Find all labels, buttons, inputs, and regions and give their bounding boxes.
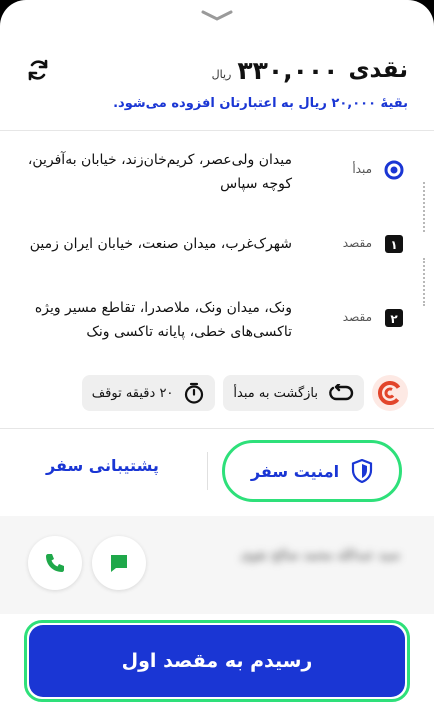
destination-2-marker-icon: ۲ bbox=[385, 309, 403, 327]
credit-note: بقیهٔ ۲۰,۰۰۰ ریال به اعتبارتان افزوده می… bbox=[113, 96, 408, 111]
fare-row: نقدی ۳۳۰,۰۰۰ ریال bbox=[24, 50, 408, 90]
stop-label: مبدأ bbox=[352, 162, 372, 176]
stop-address: میدان ولی‌عصر، کریم‌خان‌زند، خیابان به‌آ… bbox=[27, 152, 292, 192]
fare-amount: ۳۳۰,۰۰۰ bbox=[237, 55, 339, 85]
stop-label: مقصد bbox=[342, 310, 372, 324]
message-button[interactable] bbox=[92, 536, 146, 590]
currency-label: ریال bbox=[211, 67, 232, 81]
svg-text:۲: ۲ bbox=[390, 312, 398, 326]
cta-label: رسیدم به مقصد اول bbox=[29, 625, 405, 697]
trip-safety-button[interactable]: امنیت سفر bbox=[222, 440, 402, 502]
stopwatch-icon bbox=[185, 382, 204, 404]
app-logo-icon bbox=[372, 375, 408, 411]
refresh-icon[interactable] bbox=[24, 56, 52, 84]
payment-type: نقدی bbox=[348, 57, 408, 83]
trip-actions: امنیت سفر پشتیبانی سفر bbox=[0, 440, 434, 504]
ride-sheet: نقدی ۳۳۰,۰۰۰ ریال بقیهٔ ۲۰,۰۰۰ ریال به ا… bbox=[0, 0, 434, 726]
stop-label: مقصد bbox=[342, 236, 372, 250]
trip-options: بازگشت به مبدأ ۲۰ دقیقه توقف bbox=[26, 374, 408, 412]
call-button[interactable] bbox=[28, 536, 82, 590]
driver-section: سید عبدالله محمد صالح نقوی bbox=[0, 516, 434, 614]
divider bbox=[207, 452, 208, 490]
divider bbox=[0, 428, 434, 429]
arrived-first-destination-button[interactable]: رسیدم به مقصد اول bbox=[24, 620, 410, 702]
divider bbox=[0, 130, 434, 131]
origin-marker-icon bbox=[384, 160, 404, 180]
driver-name: سید عبدالله محمد صالح نقوی bbox=[240, 548, 400, 563]
chevron-down-icon[interactable] bbox=[200, 8, 234, 24]
destination-1-marker-icon: ۱ bbox=[385, 235, 403, 253]
shield-icon bbox=[351, 459, 373, 483]
trip-safety-label: امنیت سفر bbox=[250, 461, 340, 481]
wait-time-chip[interactable]: ۲۰ دقیقه توقف bbox=[81, 375, 216, 411]
chat-icon bbox=[111, 555, 127, 572]
phone-icon bbox=[46, 554, 64, 572]
round-trip-icon bbox=[329, 384, 354, 401]
round-trip-label: بازگشت به مبدأ bbox=[233, 385, 318, 401]
svg-text:۱: ۱ bbox=[390, 238, 397, 252]
stop-address: شهرک‌غرب، میدان صنعت، خیابان ایران زمین bbox=[29, 236, 292, 252]
round-trip-chip[interactable]: بازگشت به مبدأ bbox=[223, 375, 364, 411]
wait-time-label: ۲۰ دقیقه توقف bbox=[91, 385, 174, 401]
stop-address: ونک، میدان ونک، ملاصدرا، تقاطع مسیر ویژه… bbox=[34, 300, 292, 340]
trip-support-button[interactable]: پشتیبانی سفر bbox=[46, 456, 159, 475]
route-line bbox=[423, 182, 425, 232]
route-line bbox=[423, 258, 425, 306]
